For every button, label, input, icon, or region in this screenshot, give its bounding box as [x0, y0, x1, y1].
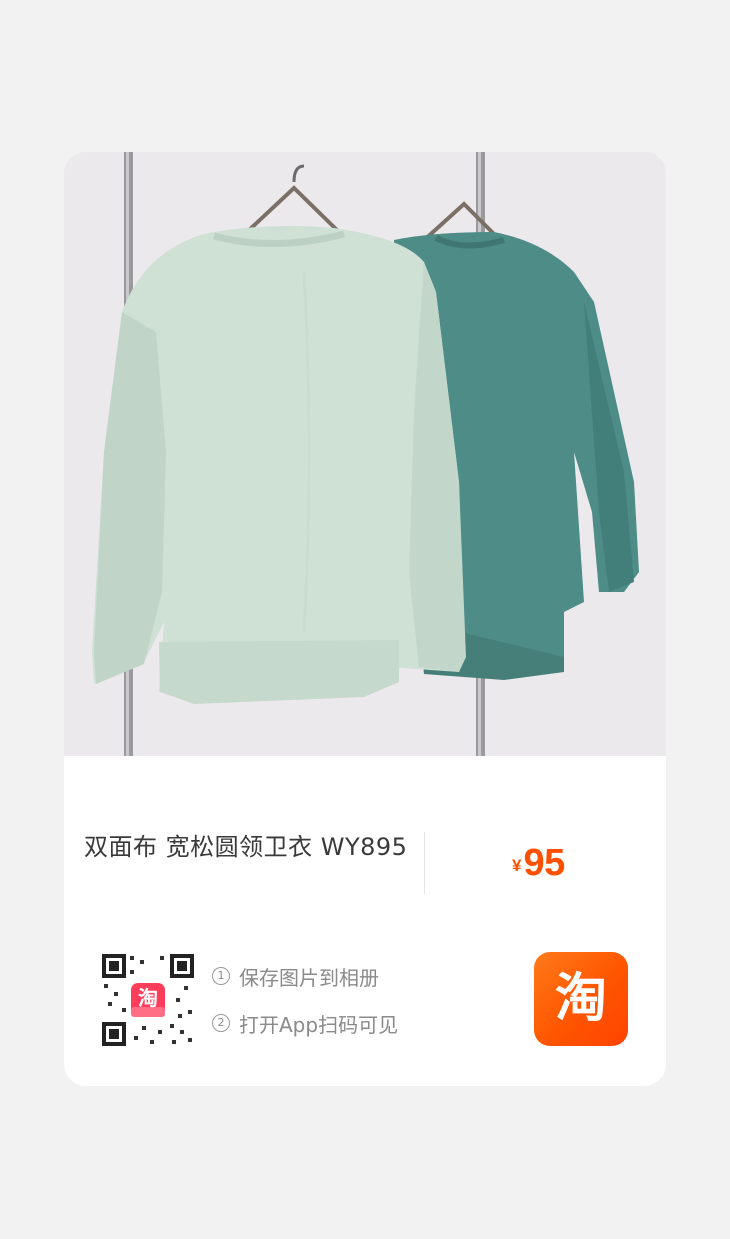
product-share-card: 双面布 宽松圆领卫衣 WY895 ¥95 淘 1 保存图片到相册 2 打开App… — [64, 152, 666, 1086]
taobao-app-icon: 淘 — [534, 952, 628, 1046]
currency-symbol: ¥ — [512, 856, 522, 875]
step-number-2: 2 — [212, 1014, 230, 1032]
share-instructions: 1 保存图片到相册 2 打开App扫码可见 — [212, 960, 398, 1054]
product-title: 双面布 宽松圆领卫衣 WY895 — [84, 833, 408, 861]
divider — [424, 832, 425, 894]
qr-center-logo-text: 淘 — [138, 986, 158, 1010]
price-value: 95 — [523, 842, 565, 884]
product-photo — [64, 152, 666, 756]
qr-code: 淘 — [100, 952, 196, 1048]
taobao-logo-glyph: 淘 — [554, 969, 607, 1029]
instruction-step-2: 2 打开App扫码可见 — [212, 1007, 398, 1039]
step-number-1: 1 — [212, 967, 230, 985]
product-price: ¥95 — [512, 842, 565, 885]
step-text-2: 打开App扫码可见 — [239, 1012, 399, 1037]
step-text-1: 保存图片到相册 — [239, 965, 379, 990]
instruction-step-1: 1 保存图片到相册 — [212, 960, 398, 992]
